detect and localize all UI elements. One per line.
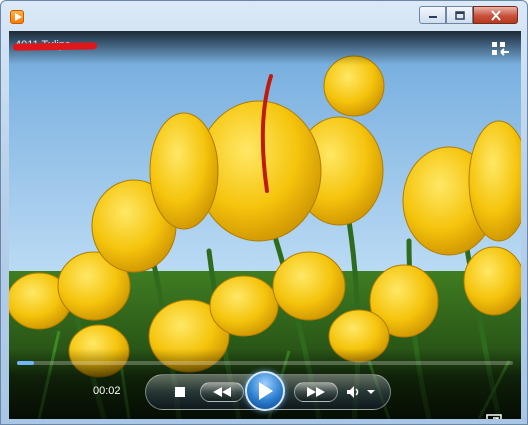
switch-to-library-button[interactable] [491, 41, 511, 57]
next-button[interactable] [294, 382, 338, 402]
close-icon [490, 9, 501, 21]
seek-bar[interactable] [17, 361, 513, 365]
switch-to-library-icon [492, 42, 509, 56]
seek-progress [17, 361, 35, 365]
mute-button[interactable] [345, 384, 361, 400]
previous-button[interactable] [200, 382, 244, 402]
next-icon [307, 387, 325, 397]
play-icon [259, 382, 273, 400]
minimize-button[interactable] [419, 6, 446, 24]
play-button[interactable] [245, 371, 285, 411]
stop-button[interactable] [173, 385, 187, 399]
media-player-icon[interactable] [10, 10, 24, 24]
previous-icon [213, 387, 231, 397]
maximize-icon [454, 10, 465, 20]
title-bar[interactable] [1, 1, 527, 31]
media-player-window: 4011 Tulips 00:02 [0, 0, 528, 425]
chevron-down-icon [367, 390, 375, 394]
minimize-icon [428, 16, 437, 18]
stop-icon [175, 387, 185, 397]
top-overlay: 4011 Tulips [9, 31, 521, 65]
volume-button[interactable] [366, 387, 376, 397]
elapsed-time: 00:02 [93, 385, 121, 397]
video-area[interactable]: 4011 Tulips 00:02 [9, 31, 521, 419]
maximize-button[interactable] [446, 6, 473, 24]
speaker-icon [347, 386, 359, 398]
fullscreen-icon [486, 414, 502, 419]
close-button[interactable] [473, 6, 518, 24]
redaction-mark [12, 42, 98, 51]
playback-controls: 00:02 [9, 349, 521, 419]
fullscreen-button[interactable] [486, 414, 502, 419]
